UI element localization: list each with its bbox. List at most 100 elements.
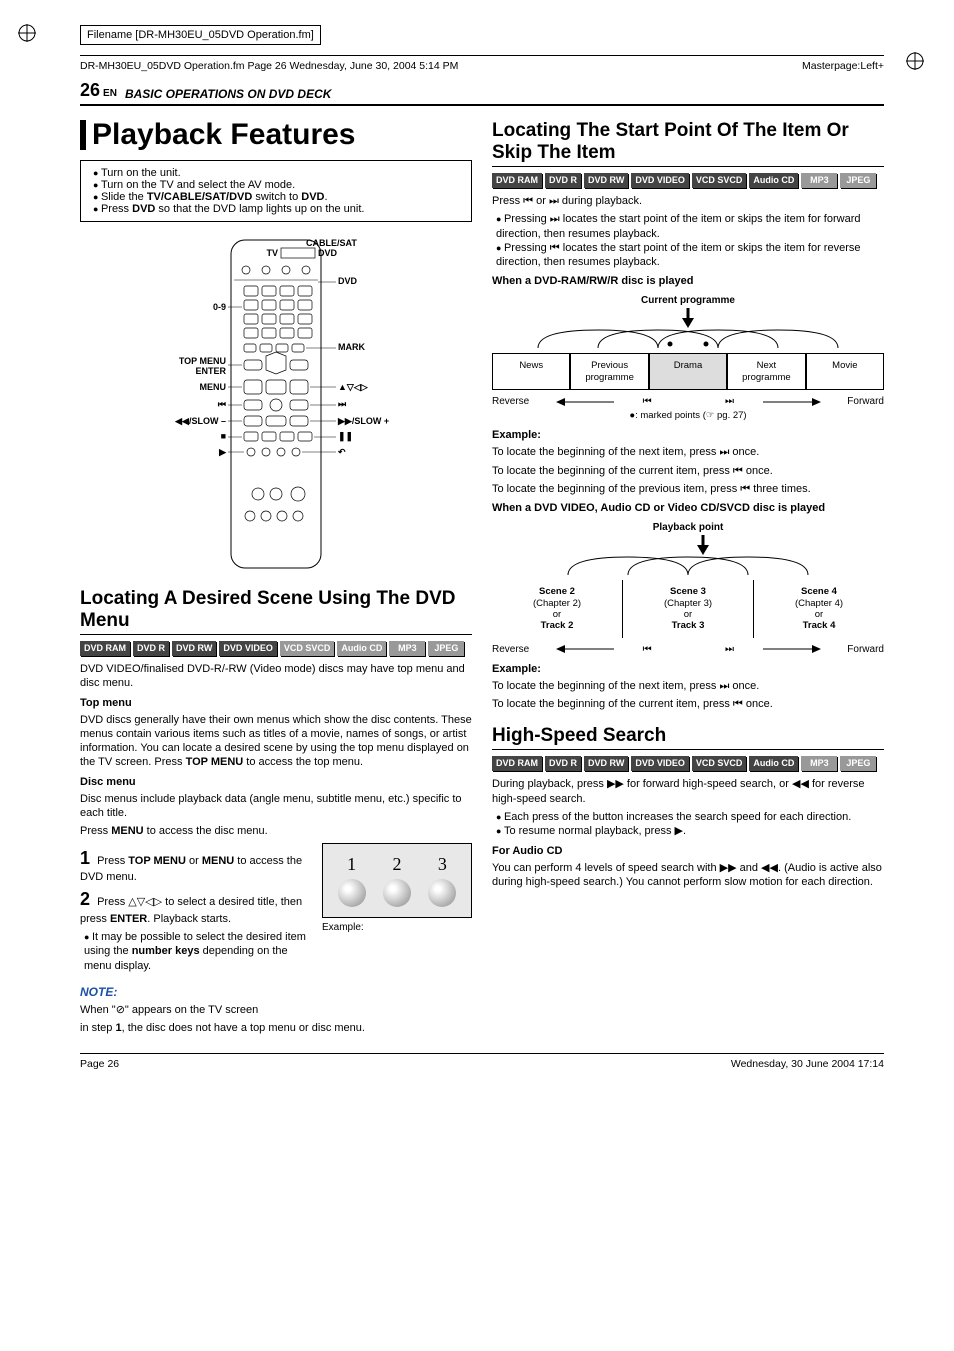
small-heading: When a DVD VIDEO, Audio CD or Video CD/S…: [492, 502, 884, 514]
crop-mark-icon: [18, 24, 36, 42]
document-page: Filename [DR-MH30EU_05DVD Operation.fm] …: [0, 0, 954, 1090]
badge: DVD VIDEO: [631, 173, 689, 188]
remote-label-dvd: DVD: [318, 248, 338, 258]
footer: Page 26 Wednesday, 30 June 2004 17:14: [80, 1053, 884, 1070]
prog-cell: Movie: [806, 353, 884, 390]
bullet: Pressing ⏭ locates the start point of th…: [496, 212, 884, 241]
filename-box: Filename [DR-MH30EU_05DVD Operation.fm]: [80, 25, 321, 45]
remote-label: ENTER: [195, 366, 226, 376]
paragraph: You can perform 4 levels of speed search…: [492, 861, 884, 890]
badge-inactive: MP3: [801, 173, 837, 188]
remote-diagram: CABLE/SAT TV DVD DVD 0-9: [126, 234, 426, 574]
remote-label: ⏭: [338, 399, 347, 409]
badge: DVD RAM: [492, 173, 542, 188]
remote-label: ▶: [218, 447, 227, 457]
skip-next-icon: ⏭: [725, 644, 734, 655]
badge: DVD R: [133, 641, 169, 656]
intro-bullet: Slide the TV/CABLE/SAT/DVD switch to DVD…: [93, 191, 463, 203]
badge-row: DVD RAM DVD R DVD RW DVD VIDEO VCD SVCD …: [492, 756, 884, 771]
bullet: Each press of the button increases the s…: [496, 810, 884, 824]
example-heading: Example:: [492, 663, 884, 675]
badge: DVD R: [545, 173, 581, 188]
sub3-title: High-Speed Search: [492, 725, 884, 750]
example-line: To locate the beginning of the next item…: [492, 679, 884, 693]
paragraph: During playback, press ▶▶ for forward hi…: [492, 777, 884, 806]
marked-note: ●: marked points (☞ pg. 27): [492, 410, 884, 421]
header-left-text: DR-MH30EU_05DVD Operation.fm Page 26 Wed…: [80, 60, 458, 72]
sub2-title: Locating The Start Point Of The Item Or …: [492, 120, 884, 167]
right-column: Locating The Start Point Of The Item Or …: [492, 116, 884, 1040]
badge-inactive: JPEG: [840, 173, 876, 188]
intro-bullet: Turn on the unit.: [93, 167, 463, 179]
intro-box: Turn on the unit. Turn on the TV and sel…: [80, 160, 472, 222]
skip-prev-icon: ⏮: [643, 644, 652, 655]
note-line: When "⊘" appears on the TV screen: [80, 1003, 472, 1017]
small-heading: Top menu: [80, 697, 472, 709]
divider: [80, 55, 884, 56]
intro-bullet: Press DVD so that the DVD lamp lights up…: [93, 203, 463, 215]
paragraph: Press MENU to access the disc menu.: [80, 824, 472, 838]
remote-label: ⏮: [218, 399, 226, 409]
prog-cell: News: [492, 353, 570, 390]
remote-label: ❚❚: [338, 431, 353, 442]
remote-label-top: CABLE/SAT: [306, 238, 357, 248]
badge: DVD RAM: [492, 756, 542, 771]
badge-inactive: MP3: [389, 641, 425, 656]
prog-cell: Previous programme: [570, 353, 648, 390]
prog-cell: Scene 4 (Chapter 4) or Track 4: [754, 580, 884, 638]
step-2: 2 Press △▽◁▷ to select a desired title, …: [80, 888, 312, 926]
badge: DVD VIDEO: [631, 756, 689, 771]
paragraph: Disc menus include playback data (angle …: [80, 792, 472, 821]
remote-label: MENU: [200, 382, 227, 392]
badge-inactive: Audio CD: [337, 641, 386, 656]
small-heading: When a DVD-RAM/RW/R disc is played: [492, 275, 884, 287]
badge: Audio CD: [749, 756, 798, 771]
badge: Audio CD: [749, 173, 798, 188]
badge: DVD RW: [584, 756, 628, 771]
badge-row: DVD RAM DVD R DVD RW DVD VIDEO VCD SVCD …: [80, 641, 472, 656]
prog-cell-current: Drama: [649, 353, 727, 390]
remote-label: DVD: [338, 276, 358, 286]
example-line: To locate the beginning of the next item…: [492, 445, 884, 459]
badge: DVD RW: [584, 173, 628, 188]
diagram-2: Playback point Scene 2 (Chapter 2) or Tr…: [492, 522, 884, 655]
step-bullet: It may be possible to select the desired…: [84, 930, 312, 973]
example-line: To locate the beginning of the current i…: [492, 697, 884, 711]
example-label: Example:: [322, 922, 472, 933]
remote-label-tv: TV: [266, 248, 278, 258]
badge: VCD SVCD: [692, 173, 747, 188]
badge-inactive: JPEG: [428, 641, 464, 656]
main-title: Playback Features: [80, 120, 472, 150]
bullet: Pressing ⏮ locates the start point of th…: [496, 241, 884, 270]
header-right-text: Masterpage:Left+: [802, 60, 884, 72]
badge: VCD SVCD: [692, 756, 747, 771]
skip-next-icon: ⏭: [725, 396, 734, 407]
sub1-title: Locating A Desired Scene Using The DVD M…: [80, 588, 472, 635]
remote-label: ■: [221, 431, 226, 441]
badge: DVD RW: [172, 641, 216, 656]
reverse-label: Reverse: [492, 396, 529, 407]
note-heading: NOTE:: [80, 985, 472, 999]
left-column: Playback Features Turn on the unit. Turn…: [80, 116, 472, 1040]
paragraph: Press ⏮ or ⏭ during playback.: [492, 194, 884, 208]
crop-mark-icon: [906, 52, 924, 70]
example-line: To locate the beginning of the previous …: [492, 482, 884, 496]
remote-label: MARK: [338, 342, 365, 352]
remote-label: ▶▶/SLOW +: [337, 416, 389, 426]
paragraph: DVD discs generally have their own menus…: [80, 713, 472, 770]
badge-inactive: VCD SVCD: [280, 641, 335, 656]
intro-bullet: Turn on the TV and select the AV mode.: [93, 179, 463, 191]
reverse-label: Reverse: [492, 644, 529, 655]
page-lang: EN: [103, 88, 117, 99]
remote-label: ↶: [337, 447, 346, 457]
bullet: To resume normal playback, press ▶.: [496, 824, 884, 838]
page-header: 26 EN BASIC OPERATIONS ON DVD DECK: [80, 80, 884, 106]
badge-inactive: MP3: [801, 756, 837, 771]
forward-label: Forward: [847, 644, 884, 655]
example-line: To locate the beginning of the current i…: [492, 464, 884, 478]
remote-label: ◀◀/SLOW –: [174, 416, 226, 426]
footer-left: Page 26: [80, 1058, 119, 1070]
badge: DVD R: [545, 756, 581, 771]
page-number: 26: [80, 80, 100, 101]
badge: DVD VIDEO: [219, 641, 277, 656]
